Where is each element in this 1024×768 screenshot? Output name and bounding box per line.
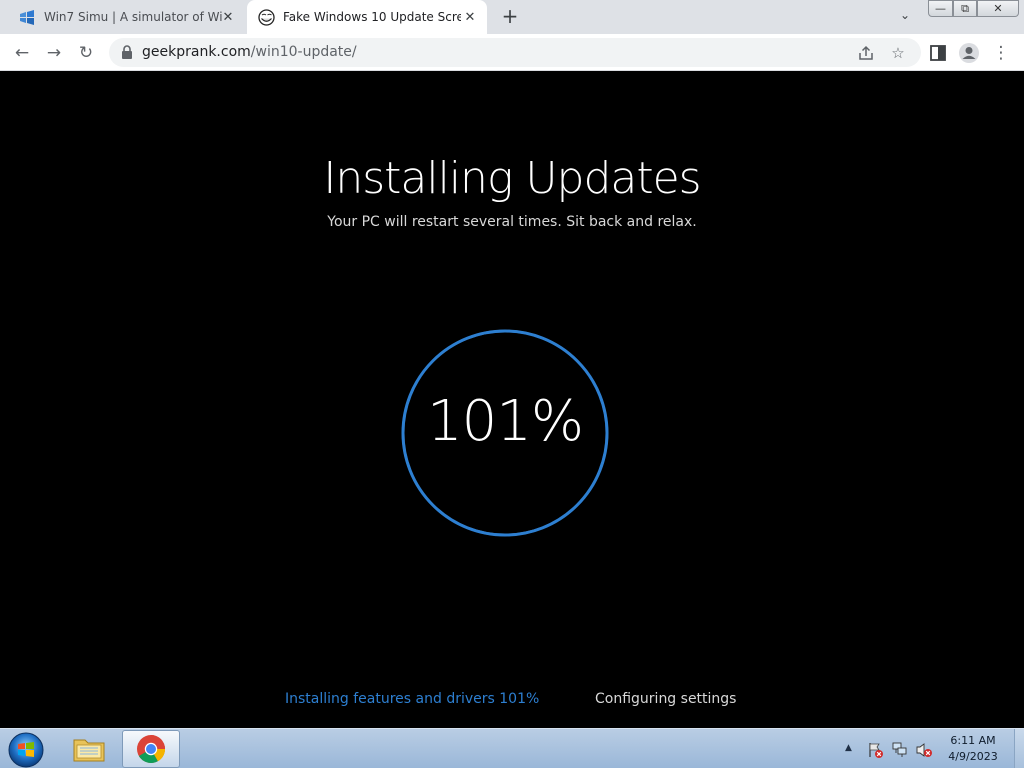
new-tab-button[interactable]: + [500, 6, 520, 27]
tray-expand-arrow-icon[interactable]: ▲ [845, 743, 855, 753]
address-bar[interactable]: geekprank.com/win10-update/ ☆ [109, 38, 921, 67]
page-title: Installing Updates [323, 153, 701, 204]
url-path: /win10-update/ [250, 44, 357, 60]
taskbar-explorer-button[interactable] [60, 730, 118, 768]
forward-button[interactable]: → [43, 42, 65, 64]
volume-muted-icon[interactable] [915, 741, 933, 759]
trollface-favicon-icon [258, 9, 275, 26]
chrome-icon [137, 735, 165, 763]
win7-simu-favicon-icon [20, 10, 34, 25]
url-host: geekprank.com [142, 44, 251, 60]
windows-start-orb-icon[interactable] [7, 731, 45, 768]
side-panel-icon[interactable] [927, 42, 949, 64]
profile-avatar-icon[interactable] [958, 42, 980, 64]
system-clock[interactable]: 6:11 AM 4/9/2023 [940, 733, 1006, 765]
tab-search-chevron-icon[interactable]: ⌄ [897, 8, 913, 24]
close-tab-icon[interactable]: ✕ [221, 10, 235, 25]
tab-fake-win10-update[interactable]: Fake Windows 10 Update Screen ✕ [247, 0, 487, 34]
reload-button[interactable]: ↻ [75, 42, 97, 64]
clock-time: 6:11 AM [950, 734, 996, 747]
network-icon[interactable] [891, 741, 909, 759]
clock-date: 4/9/2023 [948, 750, 998, 763]
status-configuring: Configuring settings [595, 691, 737, 707]
taskbar-chrome-button[interactable] [122, 730, 180, 768]
restore-button[interactable]: ⧉ [953, 0, 977, 17]
action-center-flag-icon[interactable] [866, 741, 884, 759]
status-installing: Installing features and drivers 101% [285, 691, 540, 707]
page-subtitle: Your PC will restart several times. Sit … [327, 214, 697, 230]
close-tab-icon[interactable]: ✕ [463, 10, 477, 25]
browser-toolbar: ← → ↻ geekprank.com/win10-update/ ☆ ⋮ [0, 34, 1024, 71]
tab-win7-simu[interactable]: Win7 Simu | A simulator of Windows 7 ✕ [8, 0, 245, 34]
taskbar: ▲ 6:11 AM 4/9/2023 [0, 728, 1024, 768]
show-desktop-button[interactable] [1014, 729, 1024, 768]
tab-strip: Win7 Simu | A simulator of Windows 7 ✕ F… [0, 0, 1024, 34]
progress-percent: 101% [426, 389, 584, 454]
minimize-button[interactable]: — [928, 0, 953, 17]
lock-icon[interactable] [121, 45, 133, 59]
bookmark-star-icon[interactable]: ☆ [889, 44, 907, 62]
folder-icon [73, 739, 105, 762]
share-icon[interactable] [857, 44, 875, 62]
url-text[interactable]: geekprank.com/win10-update/ [142, 44, 357, 60]
chrome-menu-button[interactable]: ⋮ [990, 42, 1012, 64]
tab-title: Win7 Simu | A simulator of Windows 7 [44, 10, 222, 24]
tab-title: Fake Windows 10 Update Screen [283, 10, 461, 24]
back-button[interactable]: ← [11, 42, 33, 64]
update-screen[interactable]: Installing Updates Your PC will restart … [0, 71, 1024, 728]
close-window-button[interactable]: ✕ [977, 0, 1019, 17]
